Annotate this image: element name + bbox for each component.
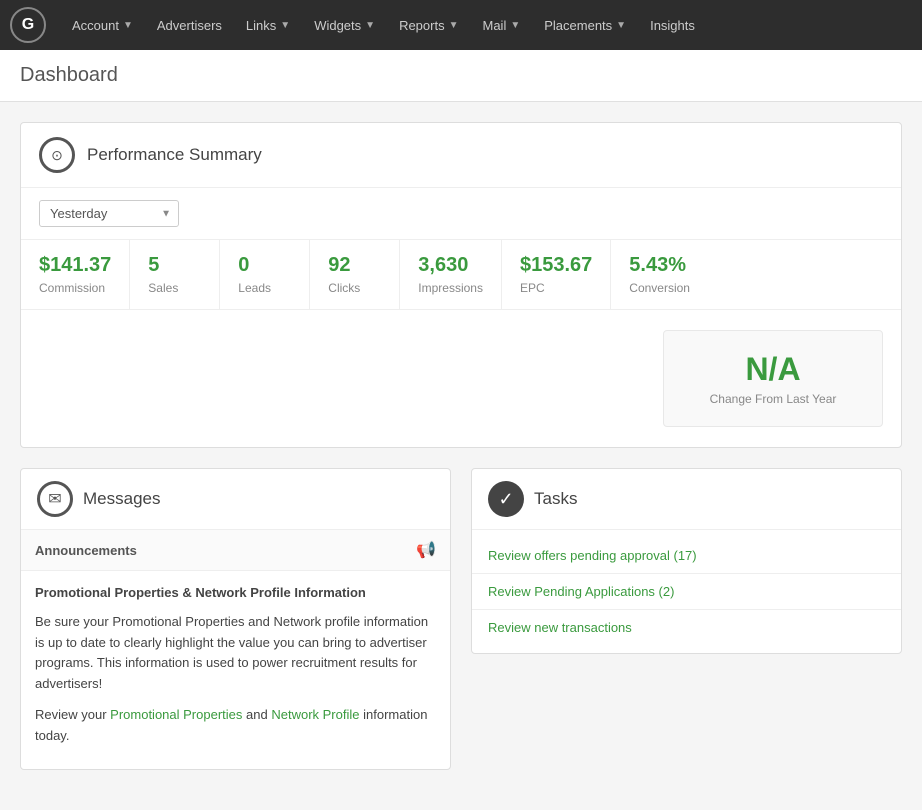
nav-item-insights[interactable]: Insights (640, 12, 705, 39)
nav-item-reports[interactable]: Reports ▼ (389, 12, 468, 39)
metric-commission: $141.37 Commission (21, 240, 130, 309)
nia-box: N/A Change From Last Year (663, 330, 883, 427)
metric-leads: 0 Leads (220, 240, 310, 309)
messages-icon: ✉ (37, 481, 73, 517)
account-dropdown-arrow: ▼ (123, 20, 133, 31)
leads-label: Leads (238, 281, 291, 295)
bottom-row: ✉ Messages Announcements 📢 Promotional P… (20, 468, 902, 790)
nav-items: Account ▼ Advertisers Links ▼ Widgets ▼ … (62, 12, 705, 39)
nia-value: N/A (704, 351, 842, 388)
announcements-title: Announcements (35, 543, 137, 558)
date-dropdown[interactable]: Yesterday Today Last 7 Days Last 30 Days… (39, 200, 179, 227)
sales-label: Sales (148, 281, 201, 295)
sales-value: 5 (148, 254, 201, 277)
widgets-dropdown-arrow: ▼ (365, 20, 375, 31)
performance-summary-card: ⊙ Performance Summary Yesterday Today La… (20, 122, 902, 448)
metric-conversion: 5.43% Conversion (611, 240, 708, 309)
announcements-header: Announcements 📢 (21, 530, 450, 571)
navbar: G Account ▼ Advertisers Links ▼ Widgets … (0, 0, 922, 50)
links-dropdown-arrow: ▼ (280, 20, 290, 31)
announcement-body: Be sure your Promotional Properties and … (35, 612, 436, 695)
nia-section: N/A Change From Last Year (21, 310, 901, 447)
impressions-value: 3,630 (418, 254, 483, 277)
epc-value: $153.67 (520, 254, 592, 277)
nia-label: Change From Last Year (704, 392, 842, 406)
megaphone-icon: 📢 (416, 540, 436, 560)
metric-clicks: 92 Clicks (310, 240, 400, 309)
epc-label: EPC (520, 281, 592, 295)
messages-card: ✉ Messages Announcements 📢 Promotional P… (20, 468, 451, 770)
messages-title: Messages (83, 489, 160, 509)
commission-label: Commission (39, 281, 111, 295)
nav-item-mail[interactable]: Mail ▼ (473, 12, 531, 39)
metric-epc: $153.67 EPC (502, 240, 611, 309)
performance-summary-title: Performance Summary (87, 145, 262, 165)
clicks-label: Clicks (328, 281, 381, 295)
commission-value: $141.37 (39, 254, 111, 277)
messages-column: ✉ Messages Announcements 📢 Promotional P… (20, 468, 451, 790)
performance-summary-header: ⊙ Performance Summary (21, 123, 901, 188)
tasks-title: Tasks (534, 489, 577, 509)
date-dropdown-wrapper: Yesterday Today Last 7 Days Last 30 Days… (39, 200, 179, 227)
reports-dropdown-arrow: ▼ (449, 20, 459, 31)
task-item-2[interactable]: Review new transactions (472, 610, 901, 645)
conversion-label: Conversion (629, 281, 690, 295)
nav-item-links[interactable]: Links ▼ (236, 12, 300, 39)
clicks-value: 92 (328, 254, 381, 277)
conversion-value: 5.43% (629, 254, 690, 277)
nav-item-account[interactable]: Account ▼ (62, 12, 143, 39)
placements-dropdown-arrow: ▼ (616, 20, 626, 31)
metric-impressions: 3,630 Impressions (400, 240, 502, 309)
main-content: ⊙ Performance Summary Yesterday Today La… (0, 102, 922, 810)
tasks-card: ✓ Tasks Review offers pending approval (… (471, 468, 902, 654)
announcement-cta: Review your Promotional Properties and N… (35, 705, 436, 747)
nav-item-widgets[interactable]: Widgets ▼ (304, 12, 385, 39)
tasks-header: ✓ Tasks (472, 469, 901, 530)
nav-item-placements[interactable]: Placements ▼ (534, 12, 636, 39)
metrics-row: $141.37 Commission 5 Sales 0 Leads 92 Cl… (21, 240, 901, 310)
announcements-body: Promotional Properties & Network Profile… (21, 571, 450, 769)
app-logo[interactable]: G (10, 7, 46, 43)
mail-dropdown-arrow: ▼ (510, 20, 520, 31)
tasks-check-icon: ✓ (488, 481, 524, 517)
promotional-properties-link[interactable]: Promotional Properties (110, 707, 242, 722)
page-title: Dashboard (20, 64, 902, 87)
network-profile-link[interactable]: Network Profile (271, 707, 359, 722)
tasks-column: ✓ Tasks Review offers pending approval (… (471, 468, 902, 790)
task-item-0[interactable]: Review offers pending approval (17) (472, 538, 901, 574)
page-header: Dashboard (0, 50, 922, 102)
impressions-label: Impressions (418, 281, 483, 295)
nav-item-advertisers[interactable]: Advertisers (147, 12, 232, 39)
task-item-1[interactable]: Review Pending Applications (2) (472, 574, 901, 610)
date-filter-row: Yesterday Today Last 7 Days Last 30 Days… (21, 188, 901, 240)
tasks-list: Review offers pending approval (17) Revi… (472, 530, 901, 653)
announcement-title: Promotional Properties & Network Profile… (35, 583, 436, 604)
messages-header: ✉ Messages (21, 469, 450, 530)
leads-value: 0 (238, 254, 291, 277)
gauge-icon: ⊙ (39, 137, 75, 173)
metric-sales: 5 Sales (130, 240, 220, 309)
